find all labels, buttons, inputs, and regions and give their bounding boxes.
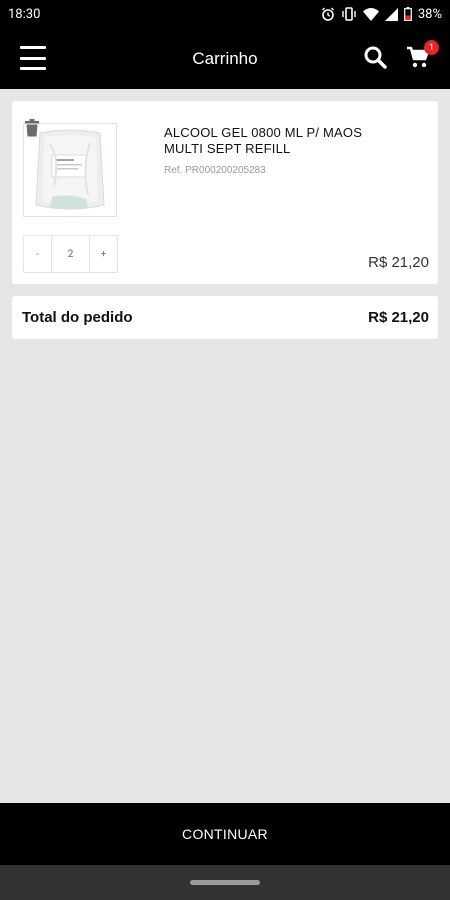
cart-count-badge: 1 <box>424 40 439 55</box>
home-gesture-pill[interactable] <box>190 880 260 885</box>
status-time: 18:30 <box>8 6 41 22</box>
wifi-icon <box>362 7 379 21</box>
continue-label: CONTINUAR <box>182 826 268 842</box>
trash-icon[interactable] <box>24 119 40 137</box>
item-price: R$ 21,20 <box>368 254 429 271</box>
decrease-quantity-button[interactable]: - <box>24 236 52 272</box>
signal-icon <box>384 7 398 21</box>
menu-icon[interactable] <box>20 46 46 70</box>
product-image <box>35 129 105 210</box>
status-bar: 18:30 38% <box>0 0 450 28</box>
vibrate-icon <box>342 7 356 21</box>
battery-icon <box>403 7 412 21</box>
app-bar: Carrinho 1 <box>0 28 450 89</box>
order-total-value: R$ 21,20 <box>368 309 429 326</box>
order-total-label: Total do pedido <box>22 309 133 326</box>
quantity-value[interactable]: 2 <box>52 236 89 272</box>
system-nav-bar <box>0 865 450 900</box>
page-title: Carrinho <box>192 48 258 68</box>
product-name: ALCOOL GEL 0800 ML P/ MAOS MULTI SEPT RE… <box>164 125 363 156</box>
battery-percent: 38% <box>417 6 442 22</box>
cart-item-card: ALCOOL GEL 0800 ML P/ MAOS MULTI SEPT RE… <box>12 101 438 284</box>
search-icon[interactable] <box>363 45 387 69</box>
continue-button[interactable]: CONTINUAR <box>0 803 450 865</box>
alarm-icon <box>321 7 334 21</box>
quantity-stepper: - 2 + <box>23 235 118 273</box>
product-ref: Ref. PR000200205283 <box>164 165 266 176</box>
order-total-card: Total do pedido R$ 21,20 <box>12 296 438 339</box>
product-thumbnail[interactable] <box>23 123 117 217</box>
increase-quantity-button[interactable]: + <box>89 236 117 272</box>
status-icons: 38% <box>321 7 442 22</box>
